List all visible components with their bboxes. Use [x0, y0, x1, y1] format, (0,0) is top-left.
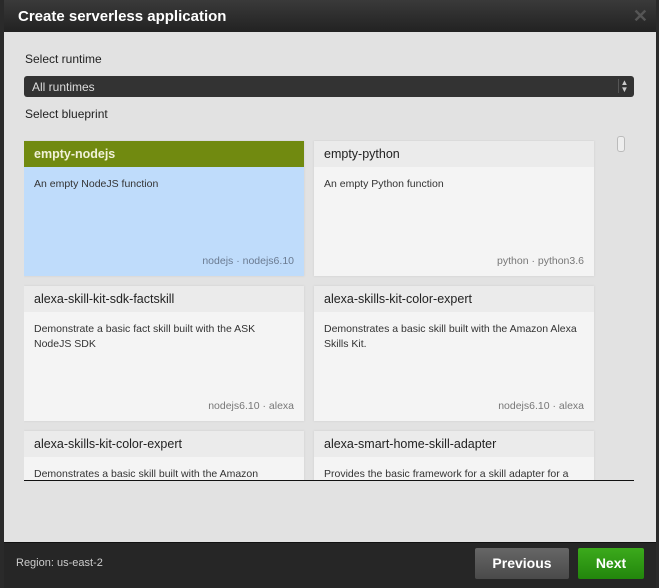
card-description: Demonstrates a basic skill built with th…	[324, 323, 577, 350]
close-icon[interactable]: ✕	[633, 6, 648, 27]
blueprint-card-empty-nodejs[interactable]: empty-nodejs An empty NodeJS function no…	[24, 141, 304, 276]
card-description: Provides the basic framework for a skill…	[324, 468, 569, 480]
card-description: Demonstrates a basic skill built with th…	[34, 468, 259, 480]
card-tags: nodejs6.10 · alexa	[498, 400, 584, 412]
blueprint-card-factskill[interactable]: alexa-skill-kit-sdk-factskill Demonstrat…	[24, 286, 304, 421]
card-description: An empty Python function	[324, 178, 444, 190]
blueprint-card-empty-python[interactable]: empty-python An empty Python function py…	[314, 141, 594, 276]
select-arrows-icon: ▲ ▼	[618, 79, 630, 94]
blueprint-label: Select blueprint	[25, 107, 108, 121]
next-button[interactable]: Next	[578, 548, 644, 579]
card-description: Demonstrate a basic fact skill built wit…	[34, 323, 256, 350]
card-title: alexa-skill-kit-sdk-factskill	[24, 286, 304, 312]
card-title: empty-python	[314, 141, 594, 167]
dialog-footer: Region: us-east-2 Previous Next	[4, 542, 656, 588]
runtime-select-value: All runtimes	[32, 80, 95, 94]
blueprint-card-color-expert[interactable]: alexa-skills-kit-color-expert Demonstrat…	[314, 286, 594, 421]
card-tags: nodejs6.10 · alexa	[208, 400, 294, 412]
blueprint-card-smart-home[interactable]: alexa-smart-home-skill-adapter Provides …	[314, 431, 594, 480]
card-title: alexa-smart-home-skill-adapter	[314, 431, 594, 457]
card-title: alexa-skills-kit-color-expert	[314, 286, 594, 312]
previous-button[interactable]: Previous	[475, 548, 569, 579]
card-tags: nodejs · nodejs6.10	[202, 255, 294, 267]
card-title: alexa-skills-kit-color-expert	[24, 431, 304, 457]
create-serverless-dialog: Create serverless application ✕ Select r…	[4, 0, 656, 588]
runtime-select[interactable]: All runtimes ▲ ▼	[24, 76, 634, 97]
grid-scrollbar[interactable]	[617, 136, 625, 152]
runtime-label: Select runtime	[25, 52, 102, 66]
card-tags: python · python3.6	[497, 255, 584, 267]
card-description: An empty NodeJS function	[34, 178, 159, 190]
card-title: empty-nodejs	[24, 141, 304, 167]
dialog-titlebar: Create serverless application ✕	[4, 0, 656, 32]
blueprint-grid: empty-nodejs An empty NodeJS function no…	[24, 140, 634, 481]
region-text: Region: us-east-2	[16, 557, 103, 569]
blueprint-card-color-expert-2[interactable]: alexa-skills-kit-color-expert Demonstrat…	[24, 431, 304, 480]
dialog-title: Create serverless application	[18, 8, 227, 25]
